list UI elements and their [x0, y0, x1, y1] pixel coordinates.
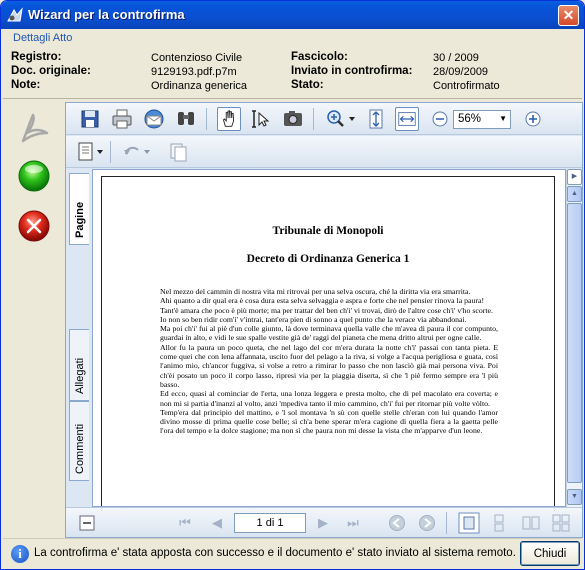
acrobat-sign-icon[interactable] — [17, 111, 51, 145]
wizard-window: Wizard per la controfirma ✕ Dettagli Att… — [0, 0, 585, 570]
next-page-icon[interactable]: ▶ — [314, 514, 332, 532]
copy-icon[interactable] — [166, 140, 190, 164]
doc-paragraph: Nel mezzo del cammin di nostra vita mi r… — [160, 287, 471, 296]
chevron-down-icon: ▼ — [499, 114, 507, 123]
continuous-view-icon[interactable] — [490, 514, 508, 532]
zoom-value: 56% — [458, 113, 482, 125]
doc-paragraph: Ahi quanto a dir qual era è cosa dura es… — [160, 296, 485, 306]
document-view[interactable]: Tribunale di Monopoli Decreto di Ordinan… — [92, 169, 566, 507]
doc-paragraph: Ma poi ch'i' fui al piè d'un colle giunt… — [160, 324, 498, 343]
details-legend: Dettagli Atto — [13, 32, 73, 44]
select-text-tool-icon[interactable] — [249, 107, 273, 131]
doc-paragraph: Ed ecco, quasi al cominciar de l'erta, u… — [160, 389, 498, 408]
details-panel: Dettagli Atto Registro: Contenzioso Civi… — [3, 29, 582, 99]
registro-value: Contenzioso Civile — [151, 52, 243, 64]
pdf-viewer: 56% ▼ Pagine Allegati Commenti Tribunale… — [65, 102, 583, 538]
inviato-label: Inviato in controfirma: — [291, 65, 413, 77]
fit-width-icon[interactable] — [395, 107, 419, 131]
viewer-toolbar-main: 56% ▼ — [66, 103, 582, 135]
save-icon[interactable] — [78, 107, 102, 131]
vertical-scrollbar[interactable]: ▶ ▲ ▼ — [566, 169, 582, 507]
doc-paragraph: Allor fu la paura un poco queta, che nel… — [160, 342, 498, 389]
info-icon: i — [11, 545, 29, 563]
facing-view-icon[interactable] — [522, 514, 540, 532]
scrollbar-thumb[interactable] — [567, 203, 582, 483]
note-label: Note: — [11, 79, 41, 91]
window-title: Wizard per la controfirma — [28, 7, 185, 22]
zoom-out-icon[interactable] — [428, 107, 452, 131]
toolbar-separator — [446, 512, 447, 534]
green-ok-icon[interactable] — [17, 159, 51, 193]
previous-page-icon[interactable]: ◀ — [208, 514, 226, 532]
previous-view-icon[interactable] — [388, 514, 406, 532]
next-view-icon[interactable] — [418, 514, 436, 532]
status-message: La controfirma e' stata apposta con succ… — [34, 547, 516, 559]
tab-pagine-label: Pagine — [74, 201, 86, 238]
doc-originale-label: Doc. originale: — [11, 65, 91, 77]
expand-panel-arrow-icon[interactable]: ▶ — [567, 169, 582, 185]
toolbar-separator — [206, 108, 207, 130]
doc-heading-decree: Decreto di Ordinanza Generica 1 — [246, 253, 410, 265]
tab-pagine[interactable]: Pagine — [69, 173, 89, 245]
tab-allegati-label: Allegati — [74, 357, 86, 394]
rotate-icon[interactable] — [120, 140, 154, 164]
note-value: Ordinanza generica — [151, 80, 248, 92]
stato-label: Stato: — [291, 79, 324, 91]
app-icon — [7, 7, 23, 22]
status-bar: i La controfirma e' stata apposta con su… — [3, 538, 582, 568]
doc-originale-value: 9129193.pdf.p7m — [151, 66, 237, 78]
action-panel — [3, 101, 65, 533]
tab-commenti-label: Commenti — [74, 423, 86, 474]
fascicolo-value: 30 / 2009 — [433, 52, 479, 64]
email-icon[interactable] — [142, 107, 166, 131]
single-page-view-icon[interactable] — [458, 512, 480, 534]
zoom-select[interactable]: 56% ▼ — [453, 110, 511, 129]
scroll-up-arrow-icon[interactable]: ▲ — [567, 186, 582, 202]
document-page: Tribunale di Monopoli Decreto di Ordinan… — [101, 176, 555, 506]
toolbar-separator — [110, 141, 111, 163]
doc-paragraph: Tant'è amara che poco è più morte; ma pe… — [160, 305, 493, 315]
fit-height-icon[interactable] — [364, 107, 388, 131]
close-window-button[interactable]: ✕ — [558, 5, 579, 26]
inviato-value: 28/09/2009 — [433, 66, 489, 78]
page-number-input[interactable]: 1 di 1 — [234, 513, 306, 533]
zoom-in-tool-icon[interactable] — [324, 107, 358, 131]
viewer-toolbar-secondary — [66, 136, 582, 168]
doc-paragraph: Temp'era dal principio del mattino, e 'l… — [160, 407, 498, 436]
tab-commenti[interactable]: Commenti — [69, 401, 89, 481]
snapshot-tool-icon[interactable] — [281, 107, 305, 131]
doc-body: Nel mezzo del cammin di nostra vita mi r… — [160, 287, 498, 436]
navigation-toolbar: ⏮ ◀ 1 di 1 ▶ ⏭ — [66, 507, 582, 537]
zoom-in-icon[interactable] — [521, 107, 545, 131]
fascicolo-label: Fascicolo: — [291, 51, 348, 63]
red-cancel-icon[interactable] — [17, 209, 51, 243]
hand-tool-icon[interactable] — [217, 107, 241, 131]
panel-toggle-icon[interactable] — [78, 514, 96, 532]
side-tabs: Pagine Allegati Commenti — [68, 169, 90, 505]
toolbar-separator — [313, 108, 314, 130]
close-button[interactable]: Chiudi — [520, 541, 580, 566]
scroll-down-arrow-icon[interactable]: ▼ — [567, 489, 582, 505]
stato-value: Controfirmato — [433, 80, 500, 92]
first-page-icon[interactable]: ⏮ — [176, 514, 194, 532]
tab-allegati[interactable]: Allegati — [69, 329, 89, 401]
title-bar: Wizard per la controfirma ✕ — [1, 1, 584, 29]
continuous-facing-view-icon[interactable] — [552, 514, 570, 532]
find-binoculars-icon[interactable] — [174, 107, 198, 131]
doc-heading-court: Tribunale di Monopoli — [272, 225, 384, 237]
page-display-icon[interactable] — [76, 140, 106, 164]
doc-paragraph: Io non so ben ridir com'i' v'intrai, tan… — [160, 314, 467, 324]
last-page-icon[interactable]: ⏭ — [344, 514, 362, 532]
print-icon[interactable] — [110, 107, 134, 131]
registro-label: Registro: — [11, 51, 62, 63]
